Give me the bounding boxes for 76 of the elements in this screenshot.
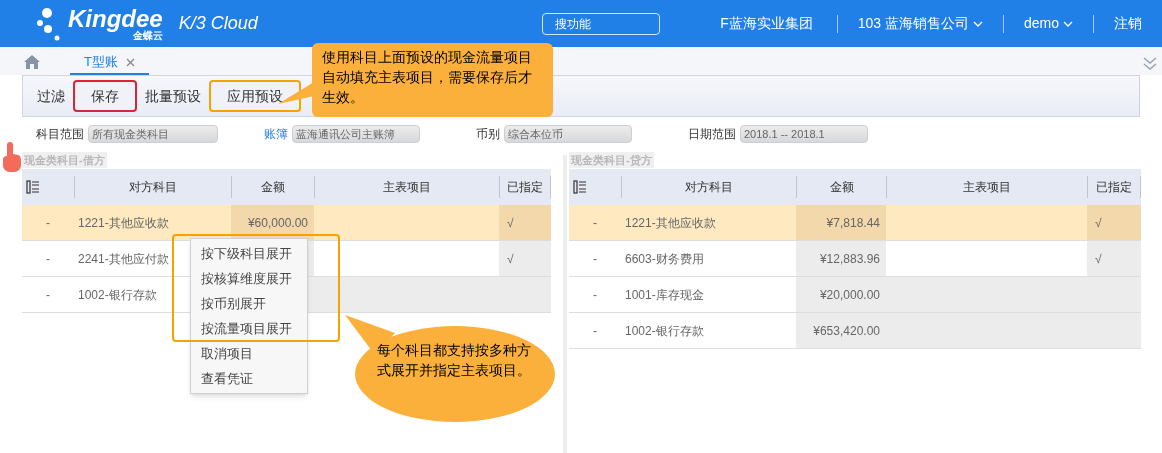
column-header[interactable]: 金额: [261, 178, 285, 196]
expand-toggle[interactable]: -: [593, 249, 597, 268]
expand-toggle[interactable]: -: [593, 285, 597, 304]
expand-toggle[interactable]: -: [593, 213, 597, 232]
column-settings-icon[interactable]: [573, 180, 587, 194]
table-cell: [1087, 277, 1141, 312]
column-header[interactable]: 金额: [829, 178, 854, 196]
menu-item[interactable]: 按流量项目展开: [191, 316, 307, 341]
filter-field[interactable]: 综合本位币: [504, 125, 632, 143]
column-header[interactable]: 对方科目: [129, 178, 177, 196]
filter-label: 币别: [476, 126, 500, 143]
filter-field[interactable]: 所有现金类科目: [88, 125, 218, 143]
table-row[interactable]: - 1221-其他应收款 ¥60,000.00 √: [22, 205, 551, 241]
menu-item[interactable]: 按币别展开: [191, 291, 307, 316]
table-row[interactable]: - 1001-库存现金 ¥20,000.00: [569, 277, 1141, 313]
logo-subtitle: 金蝶云: [132, 30, 163, 41]
logout-link[interactable]: 注销: [1094, 13, 1162, 34]
table-cell-text: 1221-其他应收款: [625, 214, 716, 232]
table-cell-text: 1002-银行存款: [78, 286, 157, 304]
company-dropdown[interactable]: 103 蓝海销售公司: [837, 13, 1003, 34]
expand-toggle[interactable]: -: [46, 213, 50, 232]
toolbar-button[interactable]: 保存: [73, 80, 137, 112]
table-cell-text: 1221-其他应收款: [78, 214, 169, 232]
filter-link[interactable]: 账簿: [264, 125, 288, 143]
column-settings-icon[interactable]: [26, 180, 40, 194]
column-header[interactable]: 已指定: [1096, 178, 1132, 196]
table-cell: [499, 277, 551, 312]
search-button[interactable]: 搜功能: [542, 12, 661, 35]
menu-item[interactable]: 取消项目: [191, 341, 307, 366]
toolbar-button[interactable]: 批量预设: [143, 82, 203, 110]
section-title: 现金类科目-借方: [22, 151, 107, 169]
column-header[interactable]: 主表项目: [963, 178, 1011, 196]
expand-toggle[interactable]: -: [46, 249, 50, 268]
menu-item[interactable]: 按下级科目展开: [191, 241, 307, 266]
product-name: K/3 Cloud: [178, 12, 258, 35]
callout-bubble: 使用科目上面预设的现金流量项目自动填充主表项目，需要保存后才生效。: [312, 43, 553, 117]
table-cell-text: 1002-银行存款: [625, 322, 704, 340]
filter-field[interactable]: 2018.1 -- 2018.1: [740, 125, 868, 143]
chevron-down-icon: [972, 20, 983, 27]
table-cell: [1087, 313, 1141, 348]
column-header[interactable]: 对方科目: [685, 178, 733, 196]
table-cell: ¥20,000.00: [796, 277, 886, 312]
table-row[interactable]: - 6603-财务费用 ¥12,883.96 √: [569, 241, 1141, 277]
table-cell-text: 6603-财务费用: [625, 250, 704, 268]
table-cell: √: [1087, 241, 1141, 276]
column-header[interactable]: 已指定: [507, 178, 543, 196]
filter-field[interactable]: 蓝海通讯公司主账簿: [292, 125, 420, 143]
table-cell: √: [499, 241, 551, 276]
table-cell: √: [499, 205, 551, 240]
close-icon[interactable]: [125, 57, 135, 67]
toolbar-button[interactable]: 应用预设: [209, 80, 301, 112]
filter-label: 科目范围: [36, 126, 84, 143]
organization-name[interactable]: F蓝海实业集团: [696, 13, 837, 34]
table-cell-text: 1001-库存现金: [625, 286, 704, 304]
chevron-down-icon: [1063, 20, 1073, 27]
logo-text: Kingdee: [68, 6, 163, 31]
column-header[interactable]: 主表项目: [383, 178, 431, 196]
table-cell: ¥12,883.96: [796, 241, 886, 276]
menu-item[interactable]: 查看凭证: [191, 366, 307, 391]
table-cell: ¥7,818.44: [796, 205, 886, 240]
collapse-chevron-icon[interactable]: [1142, 55, 1158, 71]
table-row[interactable]: - 1221-其他应收款 ¥7,818.44 √: [569, 205, 1141, 241]
expand-toggle[interactable]: -: [593, 321, 597, 340]
pointing-hand-icon: [2, 140, 22, 172]
table-row[interactable]: - 1002-银行存款 ¥653,420.00: [569, 313, 1141, 349]
expand-toggle[interactable]: -: [46, 285, 50, 304]
home-icon[interactable]: [24, 55, 40, 69]
table-cell: ¥653,420.00: [796, 313, 886, 348]
section-title: 现金类科目-贷方: [569, 151, 654, 169]
callout-bubble: 每个科目都支持按多种方式展开并指定主表项目。: [355, 326, 555, 422]
table-cell: √: [1087, 205, 1141, 240]
toolbar-button[interactable]: 过滤: [35, 82, 67, 110]
filter-label: 日期范围: [688, 126, 736, 143]
table-cell-text: 2241-其他应付款: [78, 250, 169, 268]
logo-dots-icon: [36, 6, 60, 41]
user-dropdown[interactable]: demo: [1003, 13, 1093, 34]
